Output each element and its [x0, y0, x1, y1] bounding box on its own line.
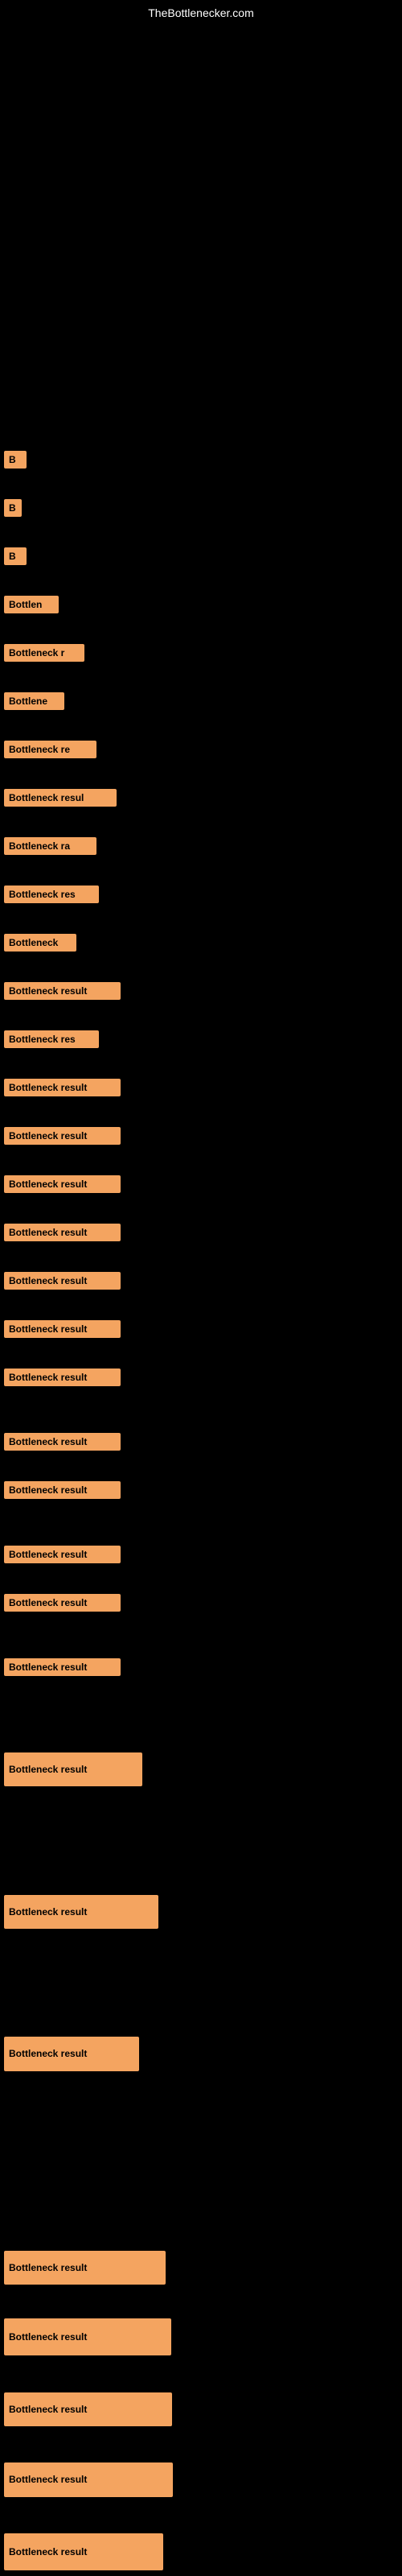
bottleneck-result-badge[interactable]: Bottleneck result	[4, 1658, 121, 1676]
bottleneck-result-badge[interactable]: B	[4, 451, 27, 469]
bottleneck-result-badge[interactable]: Bottleneck result	[4, 2392, 172, 2426]
bottleneck-result-badge[interactable]: B	[4, 499, 22, 517]
bottleneck-result-badge[interactable]: Bottleneck result	[4, 1175, 121, 1193]
bottleneck-result-badge[interactable]: Bottleneck resul	[4, 789, 117, 807]
bottleneck-result-badge[interactable]: Bottleneck result	[4, 1272, 121, 1290]
bottleneck-result-badge[interactable]: Bottleneck result	[4, 1546, 121, 1563]
bottleneck-result-badge[interactable]: Bottleneck result	[4, 1433, 121, 1451]
bottleneck-result-badge[interactable]: Bottleneck res	[4, 1030, 99, 1048]
bottleneck-result-badge[interactable]: Bottleneck	[4, 934, 76, 952]
bottleneck-result-badge[interactable]: Bottleneck result	[4, 2462, 173, 2497]
bottleneck-result-badge[interactable]: Bottleneck result	[4, 1594, 121, 1612]
bottleneck-result-badge[interactable]: Bottleneck result	[4, 1481, 121, 1499]
bottleneck-result-badge[interactable]: Bottleneck res	[4, 886, 99, 903]
bottleneck-result-badge[interactable]: Bottleneck result	[4, 1368, 121, 1386]
bottleneck-result-badge[interactable]: Bottleneck result	[4, 1320, 121, 1338]
bottleneck-result-badge[interactable]: Bottleneck result	[4, 982, 121, 1000]
site-title: TheBottlenecker.com	[148, 6, 254, 19]
bottleneck-result-badge[interactable]: Bottlen	[4, 596, 59, 613]
bottleneck-result-badge[interactable]: Bottleneck result	[4, 2318, 171, 2355]
bottleneck-result-badge[interactable]: B	[4, 547, 27, 565]
bottleneck-result-badge[interactable]: Bottleneck result	[4, 1224, 121, 1241]
bottleneck-result-badge[interactable]: Bottleneck r	[4, 644, 84, 662]
bottleneck-result-badge[interactable]: Bottleneck re	[4, 741, 96, 758]
bottleneck-result-badge[interactable]: Bottleneck ra	[4, 837, 96, 855]
bottleneck-result-badge[interactable]: Bottleneck result	[4, 2251, 166, 2285]
bottleneck-result-badge[interactable]: Bottleneck result	[4, 1127, 121, 1145]
bottleneck-result-badge[interactable]: Bottleneck result	[4, 1752, 142, 1786]
bottleneck-result-badge[interactable]: Bottleneck result	[4, 1895, 158, 1929]
bottleneck-result-badge[interactable]: Bottleneck result	[4, 1079, 121, 1096]
bottleneck-result-badge[interactable]: Bottleneck result	[4, 2037, 139, 2071]
bottleneck-result-badge[interactable]: Bottleneck result	[4, 2533, 163, 2570]
bottleneck-result-badge[interactable]: Bottlene	[4, 692, 64, 710]
